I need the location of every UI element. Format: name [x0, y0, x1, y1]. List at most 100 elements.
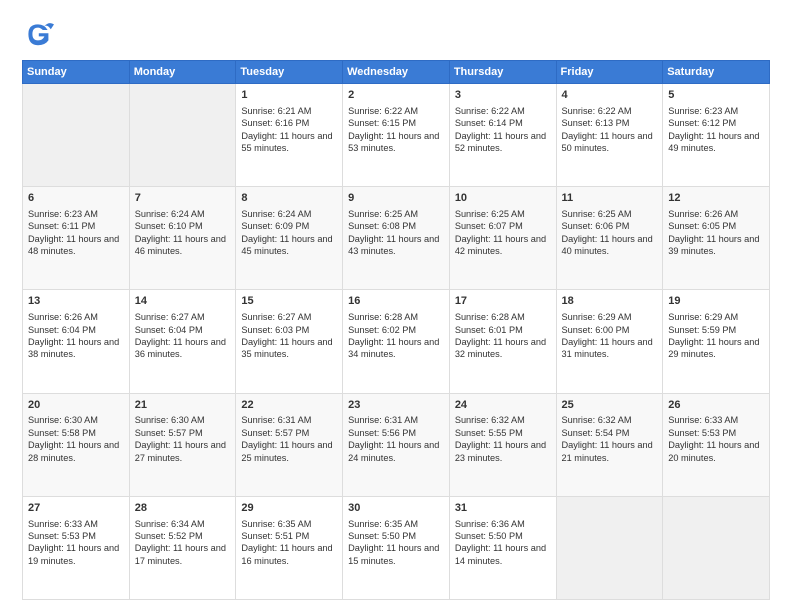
calendar-week-2: 6Sunrise: 6:23 AMSunset: 6:11 PMDaylight…	[23, 187, 770, 290]
calendar-week-4: 20Sunrise: 6:30 AMSunset: 5:58 PMDayligh…	[23, 393, 770, 496]
day-number: 10	[455, 191, 551, 206]
day-number: 1	[241, 88, 337, 103]
sunset-text: Sunset: 5:56 PM	[348, 427, 444, 439]
day-number: 22	[241, 398, 337, 413]
sunset-text: Sunset: 6:05 PM	[668, 220, 764, 232]
calendar-cell: 4Sunrise: 6:22 AMSunset: 6:13 PMDaylight…	[556, 84, 663, 187]
sunset-text: Sunset: 6:06 PM	[562, 220, 658, 232]
sunrise-text: Sunrise: 6:31 AM	[241, 414, 337, 426]
sunset-text: Sunset: 6:16 PM	[241, 117, 337, 129]
calendar-week-3: 13Sunrise: 6:26 AMSunset: 6:04 PMDayligh…	[23, 290, 770, 393]
daylight-text: Daylight: 11 hours and 28 minutes.	[28, 439, 124, 464]
weekday-header-monday: Monday	[129, 61, 236, 84]
sunrise-text: Sunrise: 6:32 AM	[562, 414, 658, 426]
day-number: 31	[455, 501, 551, 516]
calendar-table: SundayMondayTuesdayWednesdayThursdayFrid…	[22, 60, 770, 600]
sunset-text: Sunset: 6:14 PM	[455, 117, 551, 129]
daylight-text: Daylight: 11 hours and 45 minutes.	[241, 233, 337, 258]
calendar-cell: 7Sunrise: 6:24 AMSunset: 6:10 PMDaylight…	[129, 187, 236, 290]
logo-icon	[22, 18, 54, 50]
day-number: 4	[562, 88, 658, 103]
day-number: 13	[28, 294, 124, 309]
sunrise-text: Sunrise: 6:27 AM	[135, 311, 231, 323]
calendar-cell: 17Sunrise: 6:28 AMSunset: 6:01 PMDayligh…	[449, 290, 556, 393]
calendar-cell: 1Sunrise: 6:21 AMSunset: 6:16 PMDaylight…	[236, 84, 343, 187]
daylight-text: Daylight: 11 hours and 31 minutes.	[562, 336, 658, 361]
daylight-text: Daylight: 11 hours and 36 minutes.	[135, 336, 231, 361]
daylight-text: Daylight: 11 hours and 49 minutes.	[668, 130, 764, 155]
sunrise-text: Sunrise: 6:24 AM	[135, 208, 231, 220]
day-number: 25	[562, 398, 658, 413]
calendar-cell: 23Sunrise: 6:31 AMSunset: 5:56 PMDayligh…	[343, 393, 450, 496]
day-number: 19	[668, 294, 764, 309]
day-number: 7	[135, 191, 231, 206]
daylight-text: Daylight: 11 hours and 52 minutes.	[455, 130, 551, 155]
calendar-cell: 27Sunrise: 6:33 AMSunset: 5:53 PMDayligh…	[23, 496, 130, 599]
calendar-cell: 19Sunrise: 6:29 AMSunset: 5:59 PMDayligh…	[663, 290, 770, 393]
calendar-cell: 30 Sunrise: 6:35 AMSunset: 5:50 PMDayligh…	[343, 496, 450, 599]
day-number: 18	[562, 294, 658, 309]
sunrise-text: Sunrise: 6:31 AM	[348, 414, 444, 426]
sunset-text: Sunset: 5:53 PM	[28, 530, 124, 542]
sunset-text: Sunset: 5:58 PM	[28, 427, 124, 439]
day-number: 5	[668, 88, 764, 103]
calendar-cell: 26Sunrise: 6:33 AMSunset: 5:53 PMDayligh…	[663, 393, 770, 496]
sunset-text: Sunset: 6:12 PM	[668, 117, 764, 129]
sunrise-text: Sunrise: 6:28 AM	[455, 311, 551, 323]
weekday-header-thursday: Thursday	[449, 61, 556, 84]
sunrise-text: Sunrise: 6:34 AM	[135, 518, 231, 530]
sunrise-text: Sunrise: 6:36 AM	[455, 518, 551, 530]
day-number: 9	[348, 191, 444, 206]
sunset-text: Sunset: 6:07 PM	[455, 220, 551, 232]
calendar-week-1: 1 Sunrise: 6:21 AMSunset: 6:16 PM Daylight…	[23, 84, 770, 187]
daylight-text: Daylight: 11 hours and 27 minutes.	[135, 439, 231, 464]
day-number: 30	[348, 501, 444, 516]
calendar-cell	[129, 84, 236, 187]
daylight-text: Daylight: 11 hours and 23 minutes.	[455, 439, 551, 464]
day-number: 15	[241, 294, 337, 309]
calendar-cell: 22Sunrise: 6:31 AMSunset: 5:57 PMDayligh…	[236, 393, 343, 496]
weekday-header-tuesday: Tuesday	[236, 61, 343, 84]
sunrise-text: Sunrise: 6:35 AM	[348, 518, 444, 530]
daylight-text: Daylight: 11 hours and 15 minutes.	[348, 542, 444, 567]
day-number: 3	[455, 88, 551, 103]
sunset-text: Sunset: 6:09 PM	[241, 220, 337, 232]
sunrise-text: Sunrise: 6:32 AM	[455, 414, 551, 426]
calendar-cell: 10Sunrise: 6:25 AMSunset: 6:07 PMDayligh…	[449, 187, 556, 290]
calendar-cell: 8Sunrise: 6:24 AMSunset: 6:09 PMDaylight…	[236, 187, 343, 290]
sunrise-text: Sunrise: 6:21 AM	[241, 105, 337, 117]
sunset-text: Sunset: 6:11 PM	[28, 220, 124, 232]
header	[22, 18, 770, 50]
calendar-cell: 9Sunrise: 6:25 AMSunset: 6:08 PMDaylight…	[343, 187, 450, 290]
sunset-text: Sunset: 5:50 PM	[455, 530, 551, 542]
sunset-text: Sunset: 5:57 PM	[241, 427, 337, 439]
day-number: 6	[28, 191, 124, 206]
sunrise-text: Sunrise: 6:33 AM	[668, 414, 764, 426]
calendar-cell: 13Sunrise: 6:26 AMSunset: 6:04 PMDayligh…	[23, 290, 130, 393]
calendar-cell: 16Sunrise: 6:28 AMSunset: 6:02 PMDayligh…	[343, 290, 450, 393]
sunrise-text: Sunrise: 6:30 AM	[135, 414, 231, 426]
calendar-cell: 21Sunrise: 6:30 AMSunset: 5:57 PMDayligh…	[129, 393, 236, 496]
calendar-cell: 18Sunrise: 6:29 AMSunset: 6:00 PMDayligh…	[556, 290, 663, 393]
calendar-cell: 15Sunrise: 6:27 AMSunset: 6:03 PMDayligh…	[236, 290, 343, 393]
sunset-text: Sunset: 5:50 PM	[348, 530, 444, 542]
sunrise-text: Sunrise: 6:24 AM	[241, 208, 337, 220]
calendar-cell: 2Sunrise: 6:22 AMSunset: 6:15 PMDaylight…	[343, 84, 450, 187]
calendar-cell: 6Sunrise: 6:23 AMSunset: 6:11 PMDaylight…	[23, 187, 130, 290]
calendar-cell	[556, 496, 663, 599]
day-number: 29	[241, 501, 337, 516]
day-number: 20	[28, 398, 124, 413]
weekday-header-sunday: Sunday	[23, 61, 130, 84]
day-number: 23	[348, 398, 444, 413]
sunrise-text: Sunrise: 6:25 AM	[348, 208, 444, 220]
sunrise-text: Sunrise: 6:22 AM	[455, 105, 551, 117]
calendar-cell: 5Sunrise: 6:23 AMSunset: 6:12 PMDaylight…	[663, 84, 770, 187]
daylight-text: Daylight: 11 hours and 20 minutes.	[668, 439, 764, 464]
daylight-text: Daylight: 11 hours and 21 minutes.	[562, 439, 658, 464]
sunset-text: Sunset: 5:53 PM	[668, 427, 764, 439]
sunset-text: Sunset: 5:55 PM	[455, 427, 551, 439]
sunset-text: Sunset: 6:01 PM	[455, 324, 551, 336]
daylight-text: Daylight: 11 hours and 53 minutes.	[348, 130, 444, 155]
sunrise-text: Sunrise: 6:29 AM	[668, 311, 764, 323]
calendar-cell: 3 Sunrise: 6:22 AMSunset: 6:14 PMDaylight…	[449, 84, 556, 187]
